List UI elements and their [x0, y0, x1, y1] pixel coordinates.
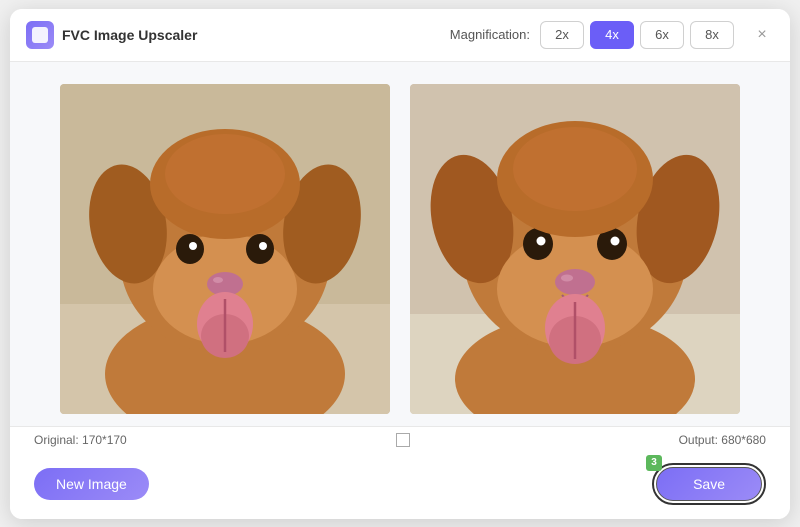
original-image-panel	[60, 84, 390, 414]
save-button-wrapper: Save	[652, 463, 766, 505]
bottom-bar: New Image 3 Save	[10, 453, 790, 519]
app-logo	[26, 21, 54, 49]
original-image-svg	[60, 84, 390, 414]
app-title: FVC Image Upscaler	[62, 27, 197, 43]
content-area	[10, 62, 790, 426]
compare-toggle[interactable]	[396, 433, 410, 447]
app-logo-icon	[32, 27, 48, 43]
output-dog-image	[410, 84, 740, 414]
magnification-buttons: 2x 4x 6x 8x	[540, 21, 734, 49]
notification-badge: 3	[646, 455, 662, 471]
output-size-label: Output: 680*680	[679, 433, 766, 447]
mag-4x-button[interactable]: 4x	[590, 21, 634, 49]
save-area: 3 Save	[652, 463, 766, 505]
new-image-button[interactable]: New Image	[34, 468, 149, 500]
mag-6x-button[interactable]: 6x	[640, 21, 684, 49]
magnification-label: Magnification:	[450, 27, 530, 42]
output-image-svg	[410, 84, 740, 414]
titlebar: FVC Image Upscaler Magnification: 2x 4x …	[10, 9, 790, 62]
mag-8x-button[interactable]: 8x	[690, 21, 734, 49]
original-size-label: Original: 170*170	[34, 433, 127, 447]
mag-2x-button[interactable]: 2x	[540, 21, 584, 49]
status-bar: Original: 170*170 Output: 680*680	[10, 426, 790, 453]
compare-icon	[396, 433, 410, 447]
original-dog-image	[60, 84, 390, 414]
output-image-panel	[410, 84, 740, 414]
main-window: FVC Image Upscaler Magnification: 2x 4x …	[10, 9, 790, 519]
save-button[interactable]: Save	[656, 467, 762, 501]
close-button[interactable]: ×	[750, 23, 774, 47]
